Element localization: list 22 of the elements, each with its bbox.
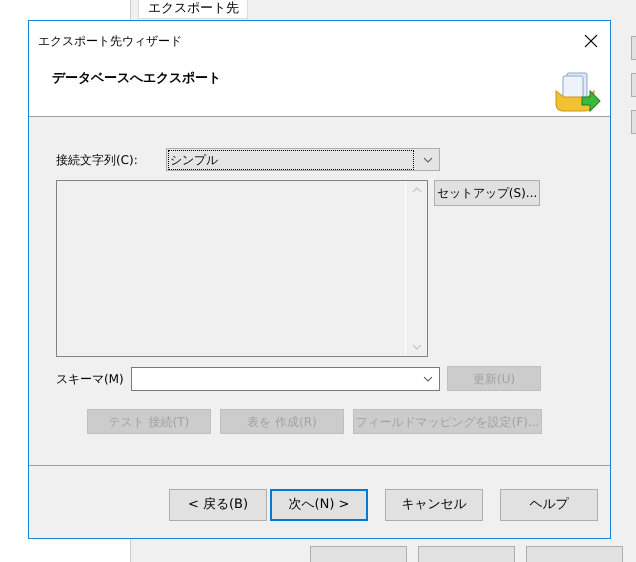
chevron-down-icon (423, 156, 433, 162)
chevron-down-icon (423, 376, 433, 382)
page-heading: データベースへエクスポート (52, 71, 221, 88)
wizard-nav-button[interactable]: キャンセル (385, 489, 483, 521)
schema-dropdown[interactable] (131, 366, 440, 390)
chevron-up-icon[interactable] (412, 187, 422, 193)
schema-label: スキーマ(M) (56, 370, 125, 388)
connection-list-box[interactable] (56, 180, 428, 357)
wizard-nav-button[interactable]: ヘルプ (500, 489, 598, 521)
background-button[interactable] (631, 36, 636, 60)
wizard-nav-button[interactable]: 次へ(N) > (270, 489, 368, 521)
connection-string-dropdown[interactable]: シンプル (166, 148, 440, 171)
setup-button[interactable]: セットアップ(S)... (434, 180, 540, 206)
background-button[interactable] (631, 110, 636, 134)
close-icon[interactable] (584, 34, 598, 48)
window-title: エクスポート先ウィザード (38, 33, 182, 50)
wizard-nav-button[interactable]: < 戻る(B) (169, 489, 267, 521)
chevron-down-icon[interactable] (412, 344, 422, 350)
connection-string-label: 接続文字列(C): (56, 152, 139, 168)
tab[interactable]: エクスポート先 (138, 0, 248, 19)
background-button[interactable] (631, 73, 636, 97)
folder-export-icon (554, 71, 602, 115)
